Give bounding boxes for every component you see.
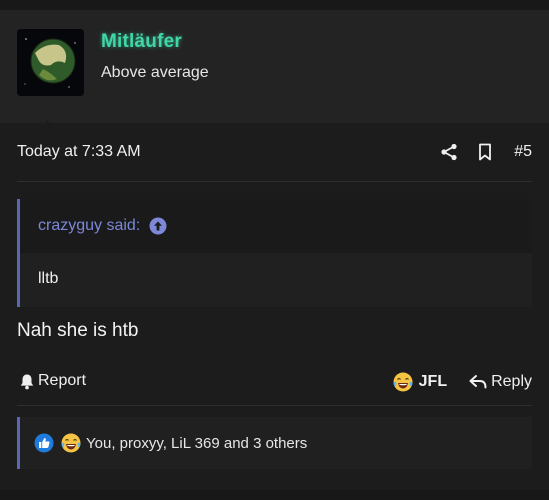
laughing-crying-emoji-icon <box>393 372 413 392</box>
post-action-row: Report JFL Reply <box>0 370 549 396</box>
bookmark-button[interactable] <box>472 139 498 165</box>
top-strip <box>0 0 549 10</box>
arrow-up-circle-icon[interactable] <box>149 217 167 235</box>
quote-header: crazyguy said: <box>20 199 532 253</box>
report-button[interactable]: Report <box>19 372 86 390</box>
like-icon <box>34 433 54 453</box>
divider <box>17 405 532 406</box>
globe-avatar-image <box>17 29 84 96</box>
share-button[interactable] <box>436 139 462 165</box>
bookmark-icon <box>479 143 492 161</box>
report-label: Report <box>38 372 87 389</box>
user-title: Above average <box>101 64 209 81</box>
reaction-label: JFL <box>418 373 448 390</box>
bell-icon <box>20 374 34 389</box>
bottom-strip <box>0 490 549 500</box>
quote-attribution[interactable]: crazyguy said: <box>38 217 140 235</box>
reply-arrow-icon <box>469 375 487 389</box>
reactions-bar: You, proxyy, LiL 369 and 3 others <box>17 417 532 469</box>
right-actions: JFL Reply <box>392 371 532 393</box>
post-meta-row: Today at 7:33 AM #5 <box>0 124 549 181</box>
reply-label: Reply <box>491 373 532 390</box>
post-message: Nah she is htb <box>17 320 139 341</box>
reply-button[interactable]: Reply <box>469 373 532 391</box>
post-timestamp[interactable]: Today at 7:33 AM <box>17 143 141 161</box>
reactions-summary[interactable]: You, proxyy, LiL 369 and 3 others <box>86 435 307 452</box>
laughing-crying-emoji-icon <box>61 433 81 453</box>
share-icon <box>441 143 457 161</box>
post-number-link[interactable]: #5 <box>514 143 532 161</box>
avatar[interactable] <box>17 29 84 96</box>
quote-block: crazyguy said: lltb <box>17 199 532 307</box>
reaction-button[interactable]: JFL <box>392 371 447 393</box>
quote-text: lltb <box>38 270 59 287</box>
username[interactable]: Mitläufer <box>101 31 182 53</box>
user-block: Mitläufer Above average <box>0 10 549 134</box>
post-meta-actions: #5 <box>426 139 532 165</box>
divider <box>17 181 532 182</box>
